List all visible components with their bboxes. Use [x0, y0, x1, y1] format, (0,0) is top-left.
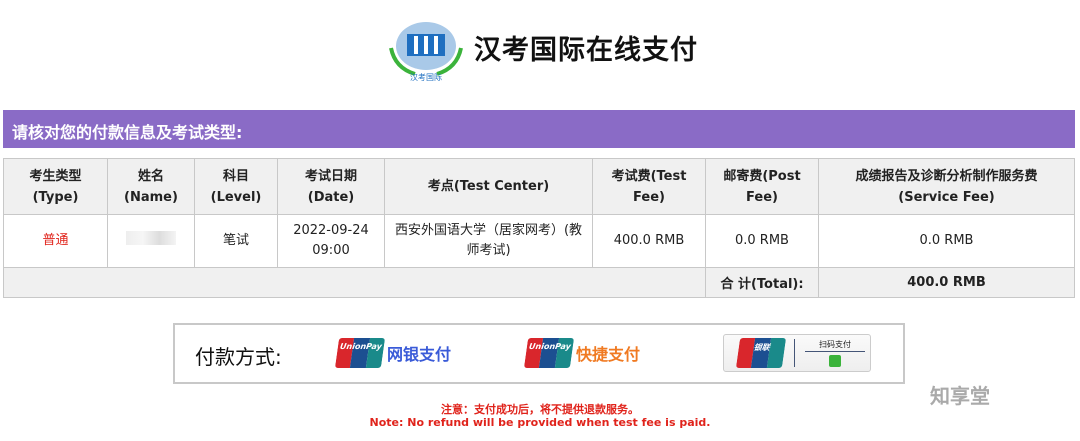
unionpay-icon: UnionPay — [334, 338, 386, 368]
payment-label: 付款方式: — [195, 345, 282, 369]
service-fee-cell: 0.0 RMB — [818, 214, 1075, 268]
svg-text:汉考国际: 汉考国际 — [410, 73, 442, 82]
type-cell: 普通 — [3, 214, 108, 268]
name-cell — [107, 214, 195, 268]
redacted-name — [126, 230, 176, 245]
test-fee-cell: 400.0 RMB — [592, 214, 706, 268]
total-value: 400.0 RMB — [818, 267, 1075, 298]
post-fee-cell: 0.0 RMB — [705, 214, 819, 268]
cti-logo: 汉考国际 — [389, 22, 463, 82]
unionpay-icon: 银联 — [735, 338, 787, 368]
level-cell: 笔试 — [194, 214, 278, 268]
unionpay-icon: UnionPay — [523, 338, 575, 368]
payment-info-table: 考生类型 (Type) 姓名 (Name) 科目 (Level) 考试日期 (Date)… — [3, 158, 1075, 298]
online-banking-button[interactable]: UnionPay 网银支付 — [334, 337, 451, 369]
note-cn: 注意：支付成功后，将不提供退款服务。 — [441, 403, 639, 416]
payment-methods: 付款方式: UnionPay 网银支付 UnionPay 快捷支付 银联 扫码支… — [173, 323, 905, 384]
watermark: 知享堂 — [930, 384, 990, 408]
center-cell: 西安外国语大学（居家网考）(教师考试) — [384, 214, 593, 268]
table-row: 普通 笔试 2022-09-24 09:00 西安外国语大学（居家网考）(教师考试… — [3, 214, 1075, 268]
note-en: Note: No refund will be provided when te… — [369, 416, 711, 429]
total-label: 合 计(Total): — [705, 267, 819, 298]
section-title: 请核对您的付款信息及考试类型: — [3, 110, 1075, 148]
table-header-row: 考生类型 (Type) 姓名 (Name) 科目 (Level) 考试日期 (Date)… — [3, 158, 1075, 215]
quick-pay-button[interactable]: UnionPay 快捷支付 — [523, 337, 640, 369]
date-cell: 2022-09-24 09:00 — [277, 214, 385, 268]
total-row: 合 计(Total): 400.0 RMB — [3, 267, 1075, 298]
qr-pay-button[interactable]: 银联 扫码支付 — [723, 334, 871, 372]
wechat-icon — [829, 355, 841, 367]
page-title: 汉考国际在线支付 — [474, 35, 698, 66]
